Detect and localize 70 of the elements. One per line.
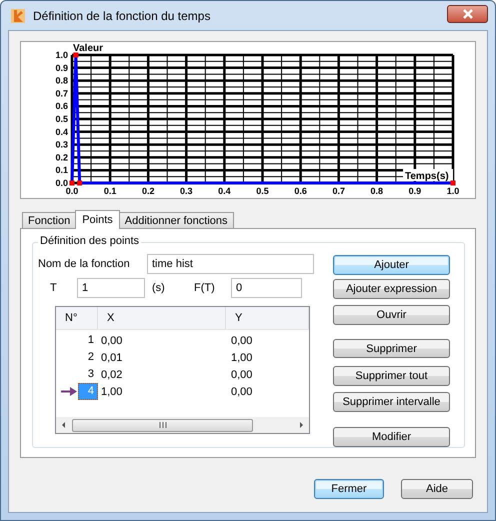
x-tick-label: 1.0 xyxy=(446,186,460,196)
window-title: Définition de la fonction du temps xyxy=(33,8,212,22)
x-axis-label: Temps(s) xyxy=(405,171,449,182)
tab[interactable]: Fonction xyxy=(22,212,76,228)
data-point-marker[interactable] xyxy=(73,52,78,58)
y-tick-label: 0.0 xyxy=(55,178,68,188)
field-label: Nom de la fonction xyxy=(38,258,131,270)
column-header[interactable]: N° xyxy=(56,307,98,329)
action-button[interactable]: Supprimer tout xyxy=(333,366,450,386)
x-tick-label: 0.4 xyxy=(218,186,231,196)
table-cell-text: 0,00 xyxy=(230,386,254,398)
field-label: F(T) xyxy=(194,282,216,294)
y-tick-label: 0.4 xyxy=(55,126,68,137)
y-tick-label: 0.8 xyxy=(55,76,68,86)
x-tick-label: 0.2 xyxy=(142,186,154,196)
action-button[interactable]: Supprimer intervalle xyxy=(333,392,450,412)
field-label: T xyxy=(50,282,58,294)
table-cell[interactable]: 3 xyxy=(78,366,98,383)
time-field[interactable]: 1 xyxy=(77,278,145,298)
x-tick-label: 0.0 xyxy=(66,186,78,196)
close-button[interactable] xyxy=(447,4,488,22)
function-name-field[interactable]: time hist xyxy=(147,254,314,274)
y-tick-label: 0.9 xyxy=(55,62,68,73)
tab[interactable]: Points xyxy=(75,210,120,229)
tab[interactable]: Additionner fonctions xyxy=(118,212,234,228)
table-cell[interactable]: 2 xyxy=(78,349,98,366)
data-point-marker[interactable] xyxy=(70,180,74,186)
y-tick-label: 0.2 xyxy=(55,152,68,162)
x-tick-label: 0.6 xyxy=(294,186,307,196)
action-button[interactable]: Modifier xyxy=(333,427,450,448)
table-cell-text: 0,01 xyxy=(100,352,124,364)
table-cell-text: 0,00 xyxy=(100,334,124,346)
group-title: Définition des points xyxy=(38,235,142,247)
x-tick-label: 0.5 xyxy=(256,186,269,196)
dialog-button[interactable]: Fermer xyxy=(314,479,384,499)
action-button[interactable]: Ajouter expression xyxy=(333,278,450,299)
y-tick-label: 0.7 xyxy=(55,88,68,98)
arrow-icon xyxy=(61,387,77,396)
column-header[interactable]: X xyxy=(98,307,226,329)
data-point-marker[interactable] xyxy=(77,180,82,186)
action-button[interactable]: Ouvrir xyxy=(333,304,450,325)
y-tick-label: 1.0 xyxy=(55,50,68,60)
data-point-marker[interactable] xyxy=(450,180,456,186)
unit-label: (s) xyxy=(152,282,166,294)
y-axis-label: Valeur xyxy=(73,43,104,54)
app-logo-icon xyxy=(10,8,26,24)
table-cell[interactable]: 1 xyxy=(78,332,98,349)
y-tick-label: 0.6 xyxy=(55,101,68,112)
x-tick-label: 0.7 xyxy=(332,186,345,196)
scroll-thumb[interactable] xyxy=(72,418,253,432)
action-button[interactable]: Supprimer xyxy=(333,338,450,358)
action-button[interactable]: Ajouter xyxy=(333,255,450,275)
x-tick-label: 0.3 xyxy=(180,186,193,196)
y-tick-label: 0.1 xyxy=(55,165,68,176)
table-cell-text: 0,00 xyxy=(230,334,254,346)
y-tick-label: 0.5 xyxy=(55,114,68,124)
y-tick-label: 0.3 xyxy=(55,140,68,150)
horizontal-scrollbar[interactable] xyxy=(56,417,309,433)
table-cell-text: 1,00 xyxy=(230,352,254,364)
column-header[interactable]: Y xyxy=(226,307,309,329)
x-tick-label: 0.8 xyxy=(370,186,384,196)
table-cell-text: 0,00 xyxy=(230,368,254,380)
x-tick-label: 0.9 xyxy=(408,186,422,196)
x-tick-label: 0.1 xyxy=(104,186,116,196)
dialog-button[interactable]: Aide xyxy=(401,479,473,499)
value-field[interactable]: 0 xyxy=(231,278,302,298)
table-cell-text: 0,02 xyxy=(100,368,124,380)
close-icon xyxy=(462,8,474,18)
grip-icon xyxy=(158,422,166,428)
table-cell-text: 1,00 xyxy=(100,386,124,398)
